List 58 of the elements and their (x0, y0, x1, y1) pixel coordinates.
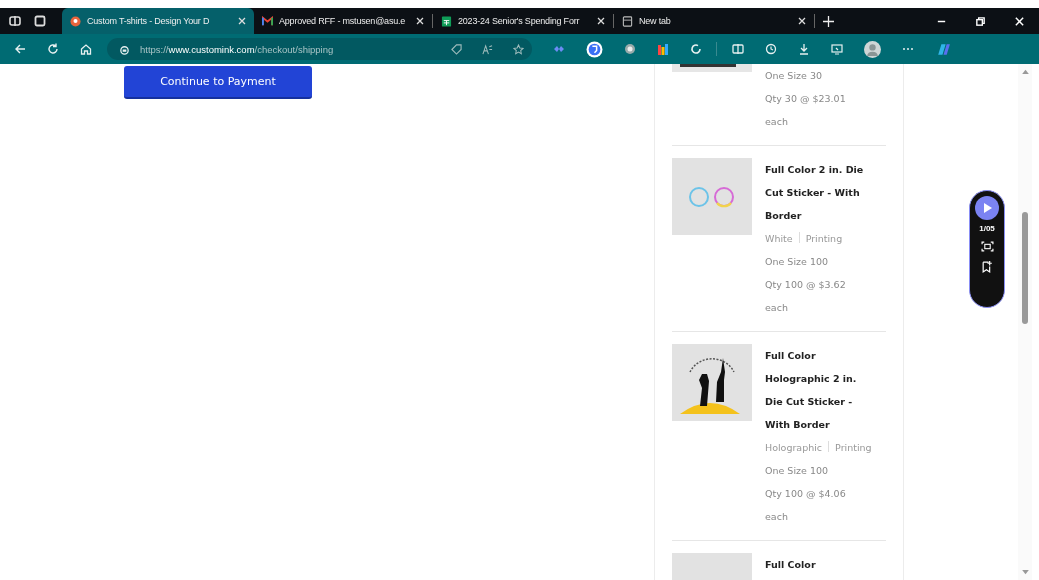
mail-icon (262, 15, 273, 27)
bar-chart-icon[interactable] (657, 43, 669, 55)
spreadsheet-icon (441, 15, 452, 27)
add-bookmark-icon[interactable] (980, 260, 994, 273)
size-text: One Size 100 (765, 255, 830, 269)
read-aloud-icon[interactable] (482, 43, 493, 55)
star-icon[interactable] (513, 43, 524, 55)
tab-title: New tab (639, 16, 672, 26)
refresh-icon[interactable] (47, 43, 59, 55)
quantity-price-text: Qty 30 @ $23.01 each (765, 92, 847, 129)
close-icon[interactable] (798, 17, 806, 25)
product-title: Full Color Holographic 2 in. Die Cut Sticker - With Border (765, 349, 858, 432)
extension-icon[interactable] (624, 43, 636, 55)
product-title: Full Color 2 in. Die Cut Sticker - With Border (765, 163, 865, 223)
tab-title: 2023-24 Senior's Spending Forr (458, 16, 581, 26)
browser-tab[interactable]: New tab (614, 8, 814, 34)
tab-title: Custom T-shirts - Design Your D (87, 16, 211, 26)
tab-actions-icon[interactable] (34, 15, 46, 27)
size-text: One Size 100 (765, 464, 830, 478)
history-icon[interactable] (765, 43, 777, 55)
slide-counter: 1/05 (979, 224, 995, 233)
home-icon[interactable] (80, 43, 92, 55)
workspaces-icon[interactable] (9, 15, 21, 27)
site-icon (70, 15, 81, 27)
tab-title: Approved RFF - mstusen@asu.e (279, 16, 407, 26)
new-tab-icon[interactable] (823, 15, 834, 27)
variant-text: Printing (835, 442, 872, 453)
size-text: One Size 30 (765, 69, 823, 83)
continue-to-payment-button[interactable]: Continue to Payment (124, 66, 312, 99)
quantity-price-text: Qty 100 @ $3.62 each (765, 278, 847, 315)
browser-tab[interactable]: Approved RFF - mstusen@asu.e (254, 8, 432, 34)
browser-tab[interactable]: 2023-24 Senior's Spending Forr (433, 8, 613, 34)
page-icon (622, 15, 633, 27)
address-bar[interactable]: https://www.customink.com/checkout/shipping (107, 38, 532, 60)
extension-icon[interactable] (586, 40, 603, 58)
browser-tab[interactable]: Custom T-shirts - Design Your D (62, 8, 254, 34)
variant-text: White (765, 233, 793, 244)
quantity-price-text: Qty 100 @ $4.06 each (765, 487, 847, 524)
scroll-down-icon[interactable] (1021, 570, 1029, 575)
split-screen-icon[interactable] (732, 43, 744, 55)
scrollbar[interactable] (1018, 64, 1032, 580)
extension-icon[interactable] (690, 43, 702, 55)
lock-icon (119, 43, 130, 55)
url-text: https://www.customink.com/checkout/shipping (140, 43, 334, 55)
download-icon[interactable] (798, 43, 810, 55)
avatar-icon[interactable] (864, 40, 881, 58)
screenshot-icon[interactable] (831, 43, 843, 55)
close-icon[interactable] (416, 17, 424, 25)
product-title: Full Color (765, 558, 817, 572)
back-icon[interactable] (14, 43, 26, 55)
scroll-up-icon[interactable] (1021, 69, 1029, 74)
variant-text: Printing (805, 233, 843, 244)
play-icon[interactable] (975, 196, 999, 220)
variant-text: Holographic (765, 442, 823, 453)
tag-icon[interactable] (451, 43, 462, 55)
restore-icon[interactable] (975, 15, 986, 27)
close-icon[interactable] (597, 17, 605, 25)
camera-icon[interactable] (980, 240, 994, 253)
